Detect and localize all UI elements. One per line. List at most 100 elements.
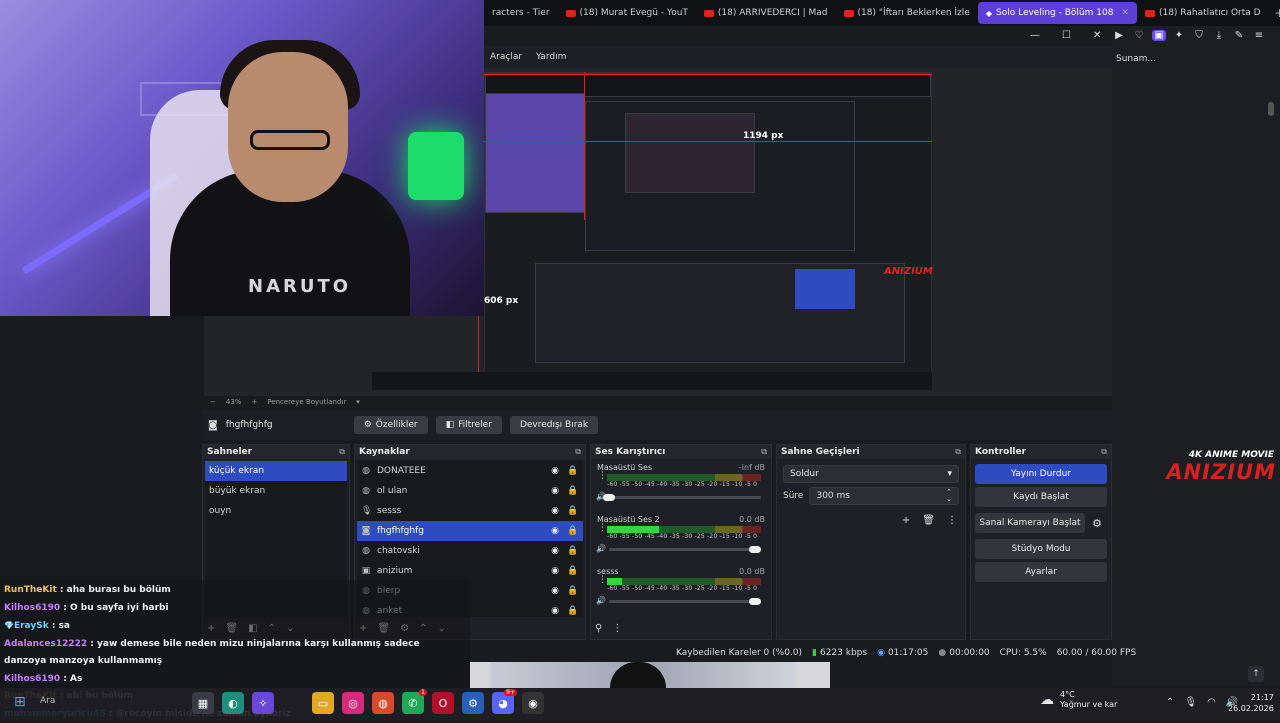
dock-menu-icon[interactable]: ⧉: [575, 447, 581, 457]
task-view-icon[interactable]: ▦: [192, 692, 214, 714]
volume-knob[interactable]: [603, 494, 615, 501]
folder-icon[interactable]: ▭: [312, 692, 334, 714]
dock-menu-icon[interactable]: ⧉: [761, 447, 767, 457]
scene-item[interactable]: büyük ekran: [205, 481, 347, 501]
download-icon[interactable]: ⤓: [1212, 30, 1226, 41]
source-item[interactable]: 🎙sesss◉🔒: [357, 501, 583, 521]
dock-menu-icon[interactable]: ⧉: [1101, 447, 1107, 457]
ai-icon[interactable]: ✎: [1232, 30, 1246, 41]
source-item[interactable]: ◙fhgfhfghfg◉🔒: [357, 521, 583, 541]
shield-icon[interactable]: ⛉: [1192, 30, 1206, 41]
transition-select[interactable]: Soldur ▾: [783, 465, 959, 483]
steam-icon[interactable]: ⚙: [462, 692, 484, 714]
lock-icon[interactable]: 🔒: [567, 606, 579, 616]
fit-window-button[interactable]: Pencereye Boyutlandır: [267, 398, 346, 406]
browser-scrollbar[interactable]: [1268, 54, 1276, 674]
wifi-icon[interactable]: ◠: [1207, 697, 1216, 708]
browser-tab[interactable]: (18) Murat Evegü - YouT: [558, 2, 696, 24]
properties-button[interactable]: ⚙Özellikler: [354, 416, 428, 434]
virtual-camera-button[interactable]: Sanal Kamerayı Başlat: [975, 513, 1085, 533]
volume-knob[interactable]: [749, 546, 761, 553]
zoom-in-button[interactable]: +: [251, 398, 257, 406]
taskbar-search[interactable]: Ara: [40, 696, 55, 706]
deactivate-button[interactable]: Devredışı Bırak: [510, 416, 598, 434]
menu-tools[interactable]: Araçlar: [490, 52, 522, 62]
more-icon[interactable]: ⋮: [598, 523, 607, 533]
duration-input[interactable]: 300 ms ⌃⌄: [809, 487, 959, 505]
scene-item[interactable]: ouyn: [205, 501, 347, 521]
eye-icon[interactable]: ◉: [549, 606, 561, 616]
heart-icon[interactable]: ♡: [1132, 30, 1146, 41]
more-icon[interactable]: ⋮: [947, 515, 957, 526]
dock-menu-icon[interactable]: ⧉: [955, 447, 961, 457]
close-icon[interactable]: ✕: [1121, 8, 1129, 18]
discord-icon[interactable]: ◕9+: [492, 692, 514, 714]
lock-icon[interactable]: 🔒: [567, 586, 579, 596]
stop-stream-button[interactable]: Yayını Durdur: [975, 464, 1107, 484]
close-icon[interactable]: ✕: [1093, 30, 1101, 41]
browser-tab[interactable]: ◆Solo Leveling - Bölüm 108✕: [978, 2, 1137, 24]
browser-tab[interactable]: (18) Rahatlatıcı Orta D: [1137, 2, 1269, 24]
trash-icon[interactable]: 🗑: [922, 515, 935, 526]
start-record-button[interactable]: Kaydı Başlat: [975, 487, 1107, 507]
eye-icon[interactable]: ◉: [549, 526, 561, 536]
weather-widget[interactable]: ☁ 4°C Yağmur ve kar: [1040, 690, 1117, 710]
instagram-icon[interactable]: ◎: [342, 692, 364, 714]
volume-knob[interactable]: [749, 598, 761, 605]
volume-slider[interactable]: [609, 548, 761, 551]
new-tab-button[interactable]: +: [1269, 6, 1280, 20]
source-item[interactable]: ◍chatovski◉🔒: [357, 541, 583, 561]
lock-icon[interactable]: 🔒: [567, 486, 579, 496]
stepper-icon[interactable]: ⌃⌄: [946, 489, 952, 503]
studio-mode-button[interactable]: Stüdyo Modu: [975, 539, 1107, 559]
puzzle-icon[interactable]: ✦: [1172, 30, 1186, 41]
copilot-icon[interactable]: ✧: [252, 692, 274, 714]
chevron-down-icon[interactable]: ▾: [356, 398, 360, 406]
source-item[interactable]: ◍DONATEEE◉🔒: [357, 461, 583, 481]
eye-icon[interactable]: ◉: [549, 566, 561, 576]
side-panel-text[interactable]: Sunam...: [1116, 54, 1156, 64]
zoom-out-button[interactable]: −: [210, 398, 216, 406]
browser-tab[interactable]: (18) "İftarı Beklerken İzle: [836, 2, 978, 24]
speaker-icon[interactable]: 🔊: [596, 596, 606, 605]
scroll-top-button[interactable]: ↑: [1248, 666, 1264, 682]
add-icon[interactable]: +: [902, 515, 910, 526]
obs-preview-canvas[interactable]: [484, 72, 932, 390]
chevron-up-icon[interactable]: ⌃: [1166, 697, 1174, 708]
speaker-icon[interactable]: 🔊: [596, 544, 606, 553]
menu-help[interactable]: Yardım: [536, 52, 566, 62]
edge-icon[interactable]: ◐: [222, 692, 244, 714]
more-icon[interactable]: ⋮: [598, 471, 607, 481]
dock-menu-icon[interactable]: ⧉: [339, 447, 345, 457]
more-icon[interactable]: ⋮: [598, 575, 607, 585]
volume-slider[interactable]: [609, 496, 761, 499]
eye-icon[interactable]: ◉: [549, 506, 561, 516]
scene-item[interactable]: küçük ekran: [205, 461, 347, 481]
eye-icon[interactable]: ◉: [549, 486, 561, 496]
lock-icon[interactable]: 🔒: [567, 506, 579, 516]
eye-icon[interactable]: ◉: [549, 466, 561, 476]
lock-icon[interactable]: 🔒: [567, 466, 579, 476]
extension-icon[interactable]: ▣: [1152, 30, 1166, 41]
link-icon[interactable]: ⚲: [595, 623, 602, 634]
chrome-icon[interactable]: ◍: [372, 692, 394, 714]
eye-icon[interactable]: ◉: [549, 586, 561, 596]
source-item[interactable]: ◍ol ulan◉🔒: [357, 481, 583, 501]
obs-icon[interactable]: ◉: [522, 692, 544, 714]
browser-tab[interactable]: (18) ARRIVEDERCI | Mad: [696, 2, 836, 24]
lock-icon[interactable]: 🔒: [567, 566, 579, 576]
minimize-icon[interactable]: —: [1030, 30, 1040, 41]
mic-icon[interactable]: 🎙: [1184, 697, 1197, 708]
menu-icon[interactable]: ≡: [1252, 30, 1266, 41]
filters-button[interactable]: ◧Filtreler: [436, 416, 502, 434]
settings-button[interactable]: Ayarlar: [975, 562, 1107, 582]
lock-icon[interactable]: 🔒: [567, 526, 579, 536]
source-item[interactable]: ▣anizium◉🔒: [357, 561, 583, 581]
browser-tab[interactable]: racters - Tier: [484, 2, 558, 24]
maximize-icon[interactable]: ☐: [1062, 30, 1071, 41]
whatsapp-icon[interactable]: ✆1: [402, 692, 424, 714]
play-icon[interactable]: ▶: [1112, 30, 1126, 41]
more-icon[interactable]: ⋮: [612, 623, 622, 634]
opera-icon[interactable]: O: [432, 692, 454, 714]
start-icon[interactable]: ⊞: [14, 694, 26, 710]
